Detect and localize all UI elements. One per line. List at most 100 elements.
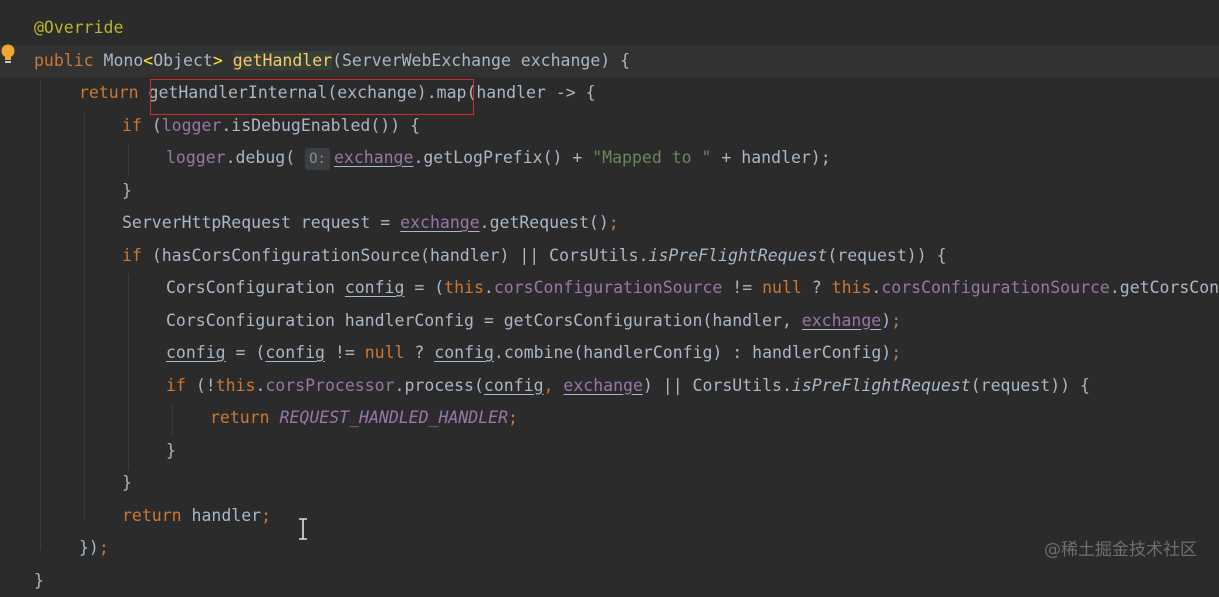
code-token: this [215,375,256,395]
code-token: ( [151,115,162,135]
code-token: ServerHttpRequest request = [122,213,401,232]
code-token: (! [195,375,216,395]
code-token: config [265,343,325,362]
code-token: (ServerWebExchange exchange) { [332,50,631,70]
code-token: config [434,343,494,362]
code-line[interactable]: logger.debug( O: exchange.getLogPrefix() … [0,142,1219,174]
code-token: ) [881,310,892,330]
code-token: public [34,50,104,70]
code-token: . [483,278,494,297]
code-token: } [122,473,132,492]
code-token: corsProcessor [265,375,395,395]
highlight-box [150,79,474,115]
code-editor[interactable]: @Override public Mono<Object> getHandler(… [0,0,1219,590]
code-token: .combine(handlerConfig) : handlerConfig) [493,343,892,362]
code-line-text: public Mono<Object> getHandler(ServerWeb… [34,45,630,77]
code-token: exchange [400,213,480,232]
code-token: , [543,375,564,395]
code-token: Object [153,50,213,70]
code-token: . [255,375,266,395]
code-line-text: logger.debug( O: exchange.getLogPrefix() … [166,142,831,174]
code-token: ? [801,278,832,297]
code-line-text: }); [79,532,109,564]
code-line-text: if (!this.corsProcessor.process(config, … [166,370,1090,402]
code-line-text: } [34,565,44,597]
code-token: if [122,115,152,135]
code-token: config [166,343,226,362]
code-token: = ( [404,278,445,297]
code-token: ) || CorsUtils. [642,375,792,395]
code-token: exchange [801,310,882,330]
code-token: < [143,50,154,70]
code-token: handler [191,505,262,525]
code-token: CorsConfiguration [166,278,345,297]
code-line-text: config = (config != null ? config.combin… [166,337,901,369]
code-line-text: if (hasCorsConfigurationSource(handler) … [122,240,947,272]
code-token: } [166,440,176,460]
code-token: .getRequest() [479,213,609,232]
code-line[interactable]: if (!this.corsProcessor.process(config, … [0,370,1219,402]
code-line[interactable]: return REQUEST_HANDLED_HANDLER; [0,402,1219,434]
code-line-text: CorsConfiguration config = (this.corsCon… [166,272,1219,304]
code-line[interactable]: if (hasCorsConfigurationSource(handler) … [0,240,1219,272]
code-token: = ( [225,343,266,362]
code-token: .getCorsConfiguration(exchange) : null); [1109,278,1219,297]
code-line[interactable]: ServerHttpRequest request = exchange.get… [0,207,1219,239]
code-token: logger [166,148,226,167]
code-token: null [762,278,802,297]
code-line-text: @Override [34,12,123,44]
i-beam-cursor-icon [299,518,307,540]
code-token: if [122,245,152,265]
code-token: corsConfigurationSource [493,278,723,297]
code-token: (request)) { [827,245,947,265]
code-line[interactable]: CorsConfiguration handlerConfig = getCor… [0,305,1219,337]
code-token: ; [98,538,109,557]
code-line-text: } [122,175,132,207]
lightbulb-icon[interactable] [0,44,16,66]
code-line-text: } [166,435,176,467]
code-line[interactable]: } [0,467,1219,499]
code-token: ; [891,343,902,362]
code-token: ; [261,505,272,525]
code-token: . [871,278,882,297]
code-token: ; [608,213,619,232]
code-line[interactable]: public Mono<Object> getHandler(ServerWeb… [0,44,1219,77]
code-token: .isDebugEnabled()) { [221,115,421,135]
code-token: ; [508,408,518,427]
code-line[interactable]: CorsConfiguration config = (this.corsCon… [0,272,1219,304]
parameter-hint: O: [305,148,330,170]
code-token: isPreFlightRequest [648,245,828,265]
code-line[interactable]: } [0,435,1219,467]
code-line[interactable]: config = (config != null ? config.combin… [0,337,1219,369]
code-token: .debug( [225,148,306,167]
code-token: } [122,180,132,200]
code-token: return [79,83,149,102]
code-token: getHandler [232,50,333,70]
code-token: if [166,375,196,395]
code-token: ? [404,343,435,362]
code-token: "Mapped to " [592,148,712,167]
code-line[interactable]: } [0,175,1219,207]
code-token: .getLogPrefix() + [413,148,593,167]
watermark: @稀土掘金技术社区 [1044,540,1197,560]
code-line-text: ServerHttpRequest request = exchange.get… [122,207,619,239]
code-line-text: CorsConfiguration handlerConfig = getCor… [166,305,901,337]
code-token: config [344,278,405,297]
code-token: exchange [333,148,414,167]
code-line[interactable]: @Override [0,12,1219,44]
code-token: this [831,278,872,297]
code-line[interactable]: return handler; [0,500,1219,532]
code-token: null [364,343,405,362]
code-token: (hasCorsConfigurationSource(handler) || … [151,245,649,265]
code-line[interactable]: } [0,565,1219,597]
code-token: (request)) { [970,375,1090,395]
code-token: logger [161,115,222,135]
code-line[interactable]: }); [0,532,1219,564]
code-token: config [483,375,544,395]
code-token: ; [891,310,902,330]
code-token: REQUEST_HANDLED_HANDLER [279,408,509,427]
code-token: .process( [394,375,484,395]
code-token: > [212,50,223,70]
code-line-text: return REQUEST_HANDLED_HANDLER; [210,402,518,434]
